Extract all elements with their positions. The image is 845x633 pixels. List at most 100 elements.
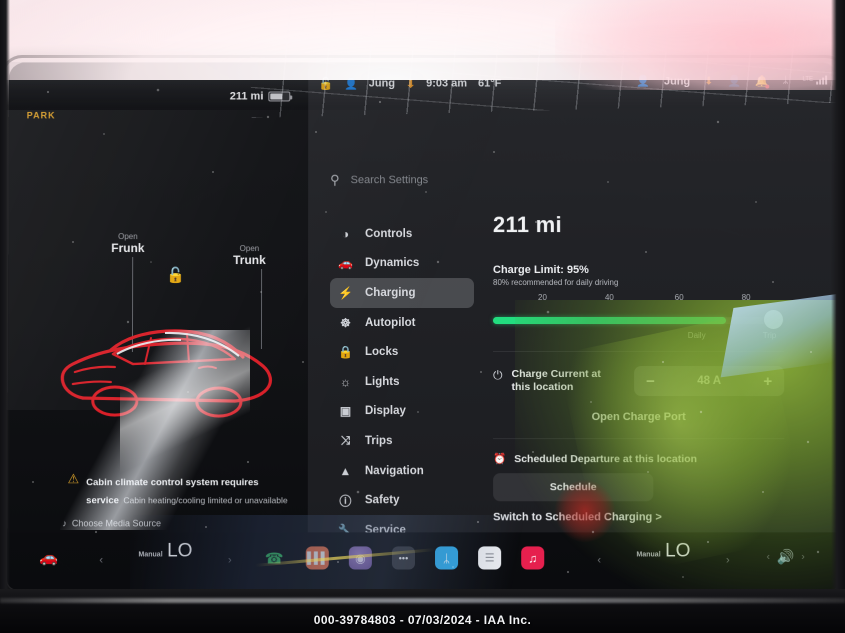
profile-person-icon[interactable]: 👤: [636, 75, 650, 88]
bluetooth-app-icon[interactable]: ᛦ: [435, 546, 459, 570]
tick-label: 80: [741, 293, 751, 303]
charge-current-value: 48 A: [697, 375, 722, 388]
media-source-label: Choose Media Source: [71, 518, 162, 529]
driver-profile-name[interactable]: Jung: [369, 78, 395, 90]
download-icon[interactable]: ⬇: [406, 77, 415, 90]
alert-subtitle: Cabin heating/cooling limited or unavail…: [123, 495, 288, 506]
chevron-right-icon[interactable]: ›: [801, 551, 804, 562]
camera-app-icon[interactable]: ◉: [348, 546, 372, 570]
increase-current-button[interactable]: +: [763, 373, 772, 390]
clock-time: 9:03 am: [426, 77, 468, 90]
slider-fill: [492, 317, 726, 325]
controls-icon: ◑: [341, 226, 350, 241]
profile-person-icon[interactable]: 👤: [344, 77, 358, 90]
sidebar-item-label: Dynamics: [365, 257, 420, 270]
decrease-current-button[interactable]: −: [646, 373, 655, 390]
gear-indicator: PARK: [26, 110, 56, 121]
sidebar-item-label: Safety: [364, 494, 400, 507]
lock-icon: 🔒: [337, 345, 353, 360]
chevron-left-icon[interactable]: ‹: [767, 551, 770, 562]
sidebar-item-lights[interactable]: ☼ Lights: [330, 367, 474, 397]
settings-pane: 🔓 👤 Jung ⬇ 9:03 am 61°F 👤 Jung ⬇ 👤 🔔 ᛦ L…: [307, 62, 841, 590]
search-placeholder: Search Settings: [350, 174, 429, 187]
charge-limit-section: Charge Limit: 95% 80% recommended for da…: [492, 264, 785, 353]
chevron-right-icon[interactable]: ›: [726, 554, 730, 566]
sidebar-item-label: Lights: [364, 375, 400, 388]
chevron-right-icon[interactable]: ›: [228, 554, 232, 566]
sidebar-item-display[interactable]: ▣ Display: [330, 397, 474, 427]
sidebar-item-controls[interactable]: ◑ Controls: [330, 219, 474, 249]
trunk-target-label: Trunk: [233, 253, 266, 268]
chevron-left-icon[interactable]: ‹: [597, 554, 601, 566]
unlocked-padlock-icon[interactable]: 🔓: [166, 266, 185, 284]
slider-track[interactable]: [492, 317, 784, 325]
sidebar-item-locks[interactable]: 🔒 Locks: [330, 337, 474, 367]
status-bar-right: 👤 Jung ⬇ 👤 🔔 ᛦ LTE: [636, 75, 828, 89]
tick-label: 60: [674, 293, 684, 303]
warning-triangle-icon: ⚠: [67, 471, 80, 487]
unlocked-padlock-icon[interactable]: 🔓: [318, 77, 333, 91]
search-settings-field[interactable]: ⚲ Search Settings: [330, 172, 428, 188]
occupant-icon[interactable]: 👤: [727, 75, 741, 88]
car-icon: 🚗: [338, 256, 354, 271]
estimated-range: 211 mi: [492, 212, 562, 238]
open-frunk-control[interactable]: Open Frunk: [111, 232, 144, 255]
climate-mode-label: Manual: [636, 551, 661, 559]
car-front-icon[interactable]: 🚗: [39, 548, 58, 566]
sidebar-item-label: Locks: [364, 346, 399, 359]
climate-control-driver[interactable]: ‹ Manual LO ›: [95, 540, 235, 566]
media-note-icon: ♪: [62, 518, 67, 529]
sidebar-item-navigation[interactable]: ▲ Navigation: [330, 456, 474, 486]
charge-current-label: Charge Current at this location: [511, 368, 601, 394]
notes-app-icon[interactable]: ☰: [478, 546, 502, 570]
bluetooth-icon[interactable]: ᛦ: [783, 76, 789, 87]
charge-limit-slider[interactable]: 20 40 60 80 Daily Trip: [492, 293, 784, 341]
charge-current-stepper[interactable]: − 48 A +: [634, 366, 785, 397]
climate-control-passenger[interactable]: ‹ Manual LO ›: [593, 540, 733, 566]
charge-current-label-group: ⏻ Charge Current at this location: [493, 368, 610, 394]
sidebar-item-label: Display: [364, 405, 406, 418]
slider-knob[interactable]: [763, 310, 783, 329]
profile-name[interactable]: Jung: [664, 75, 690, 87]
scheduled-departure-header: ⏰ Scheduled Departure at this location: [493, 452, 784, 466]
volume-control[interactable]: ‹ 🔊 ›: [767, 548, 805, 565]
schedule-button[interactable]: Schedule: [493, 473, 654, 502]
open-trunk-control[interactable]: Open Trunk: [233, 244, 266, 267]
sidebar-item-label: Trips: [364, 435, 393, 448]
open-charge-port-button[interactable]: Open Charge Port: [493, 396, 784, 438]
tesla-touchscreen: PARK 211 mi Open Frunk Open Trunk 🔓 ⚠ Ca…: [7, 62, 841, 590]
climate-temp-value: LO: [665, 540, 691, 562]
cluster-range-readout: 211 mi: [222, 82, 291, 111]
trip-caption: Trip: [762, 330, 777, 341]
app-dock: ☎ ▌▌▌ ◉ ••• ᛦ ☰ ♫: [263, 546, 545, 570]
signal-bars-icon: [816, 75, 828, 85]
charge-limit-subtitle: 80% recommended for daily driving: [492, 278, 619, 288]
clock-icon: ⏰: [493, 453, 507, 466]
phone-app-icon[interactable]: ☎: [263, 546, 286, 569]
choose-media-source-button[interactable]: ♪ Choose Media Source: [62, 518, 161, 528]
sidebar-item-label: Navigation: [364, 464, 424, 477]
speaker-volume-icon[interactable]: 🔊: [777, 548, 795, 565]
notification-bell-icon[interactable]: 🔔: [755, 75, 770, 89]
sidebar-item-autopilot[interactable]: ☸ Autopilot: [330, 308, 474, 338]
instrument-cluster-pane: PARK 211 mi Open Frunk Open Trunk 🔓 ⚠ Ca…: [7, 62, 309, 571]
sidebar-item-safety[interactable]: ⓘ Safety: [330, 486, 474, 516]
sidebar-item-label: Autopilot: [364, 316, 416, 329]
sidebar-item-dynamics[interactable]: 🚗 Dynamics: [330, 249, 474, 279]
steering-wheel-icon: ☸: [340, 315, 351, 330]
chevron-left-icon[interactable]: ‹: [99, 554, 103, 566]
sidebar-item-label: Controls: [365, 227, 413, 240]
sidebar-item-charging[interactable]: ⚡ Charging: [330, 278, 474, 308]
music-app-icon[interactable]: ♫: [521, 546, 545, 570]
section-divider: [493, 438, 785, 440]
sidebar-item-trips[interactable]: ⤨ Trips: [330, 426, 474, 456]
more-apps-icon[interactable]: •••: [391, 546, 415, 570]
media-app-icon[interactable]: ▌▌▌: [305, 546, 329, 570]
frunk-target-label: Frunk: [111, 241, 145, 256]
switch-to-scheduled-charging-link[interactable]: Switch to Scheduled Charging >: [493, 511, 785, 523]
display-icon: ▣: [339, 404, 352, 419]
download-icon[interactable]: ⬇: [704, 75, 713, 88]
vehicle-visualization: [60, 329, 272, 418]
battery-icon: [268, 91, 291, 102]
auction-watermark: 000-39784803 - 07/03/2024 - IAA Inc.: [313, 613, 532, 627]
